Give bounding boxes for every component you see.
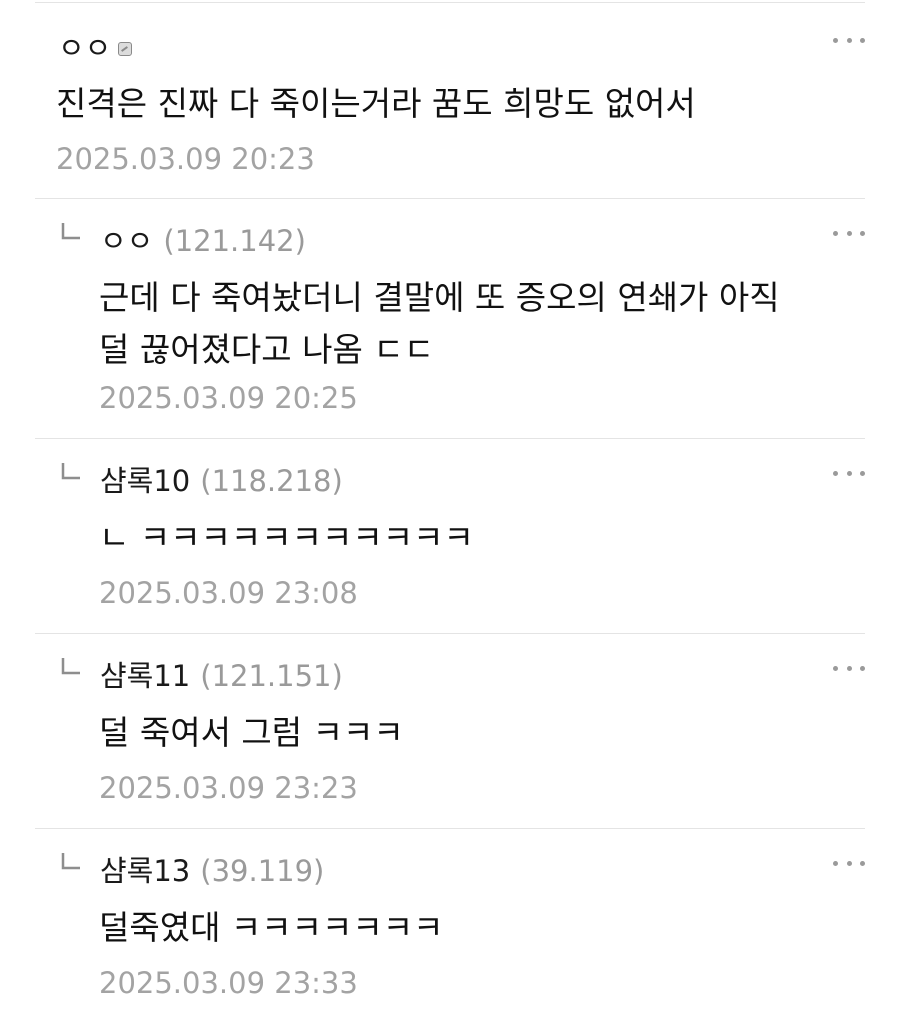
comment-meta: 샴록11 (121.151) <box>100 658 343 694</box>
reply-arrow-icon <box>61 658 80 675</box>
timestamp: 2025.03.09 23:33 <box>99 966 358 1000</box>
more-options-icon[interactable] <box>833 663 865 673</box>
nickname[interactable]: 샴록10 <box>100 463 190 499</box>
nickname[interactable]: ㅇㅇ <box>100 223 153 259</box>
timestamp: 2025.03.09 23:08 <box>99 576 358 610</box>
comment-text: 진격은 진짜 다 죽이는거라 꿈도 희망도 없어서 <box>56 78 696 130</box>
comment-meta: 샴록10 (118.218) <box>100 463 343 499</box>
reply-arrow-icon <box>61 463 80 480</box>
reply-arrow-icon <box>61 853 80 870</box>
more-options-icon[interactable] <box>833 35 865 45</box>
fixed-nick-icon <box>118 42 133 56</box>
reply-arrow-icon <box>61 223 80 240</box>
nickname[interactable]: 샴록11 <box>100 658 190 694</box>
ip-address: (118.218) <box>200 464 343 498</box>
comment-text-line: ㄴ ㅋㅋㅋㅋㅋㅋㅋㅋㅋㅋㅋ <box>99 518 474 557</box>
ip-address: (39.119) <box>200 854 325 888</box>
timestamp: 2025.03.09 20:23 <box>56 142 315 176</box>
more-options-icon[interactable] <box>833 228 865 238</box>
ip-address: (121.151) <box>200 659 343 693</box>
comment-text-line: 진격은 진짜 다 죽이는거라 꿈도 희망도 없어서 <box>56 84 696 123</box>
comment-text-line: 덜죽였대 ㅋㅋㅋㅋㅋㅋㅋ <box>99 908 444 947</box>
ip-address: (121.142) <box>163 224 306 258</box>
reply-item: 샴록11 (121.151) 덜 죽여서 그럼 ㅋㅋㅋ 2025.03.09 2… <box>35 634 865 829</box>
comment-item: ㅇㅇ 진격은 진짜 다 죽이는거라 꿈도 희망도 없어서 2025.03.09 … <box>35 3 865 199</box>
reply-item: 샴록10 (118.218) ㄴ ㅋㅋㅋㅋㅋㅋㅋㅋㅋㅋㅋ 2025.03.09 … <box>35 439 865 634</box>
comment-text: 덜죽였대 ㅋㅋㅋㅋㅋㅋㅋ <box>99 902 443 954</box>
comment-text-line: 근데 다 죽여놨더니 결말에 또 증오의 연쇄가 아직 <box>99 278 780 317</box>
more-options-icon[interactable] <box>833 858 865 868</box>
comment-text: 근데 다 죽여놨더니 결말에 또 증오의 연쇄가 아직 덜 끊어졌다고 나옴 ㄷ… <box>99 272 780 376</box>
nickname[interactable]: 샴록13 <box>100 853 190 889</box>
reply-item: 샴록13 (39.119) 덜죽였대 ㅋㅋㅋㅋㅋㅋㅋ 2025.03.09 23… <box>35 829 865 1033</box>
comment-text-line: 덜 죽여서 그럼 ㅋㅋㅋ <box>99 713 404 752</box>
comment-text: ㄴ ㅋㅋㅋㅋㅋㅋㅋㅋㅋㅋㅋ <box>99 512 474 564</box>
comment-meta: ㅇㅇ <box>58 30 133 66</box>
reply-item: ㅇㅇ (121.142) 근데 다 죽여놨더니 결말에 또 증오의 연쇄가 아직… <box>35 199 865 439</box>
timestamp: 2025.03.09 23:23 <box>99 771 358 805</box>
more-options-icon[interactable] <box>833 468 865 478</box>
comment-text: 덜 죽여서 그럼 ㅋㅋㅋ <box>99 707 404 759</box>
timestamp: 2025.03.09 20:25 <box>99 381 358 415</box>
comment-text-line: 덜 끊어졌다고 나옴 ㄷㄷ <box>99 330 435 369</box>
nickname[interactable]: ㅇㅇ <box>58 30 111 66</box>
comment-meta: 샴록13 (39.119) <box>100 853 324 889</box>
comment-meta: ㅇㅇ (121.142) <box>100 223 306 259</box>
